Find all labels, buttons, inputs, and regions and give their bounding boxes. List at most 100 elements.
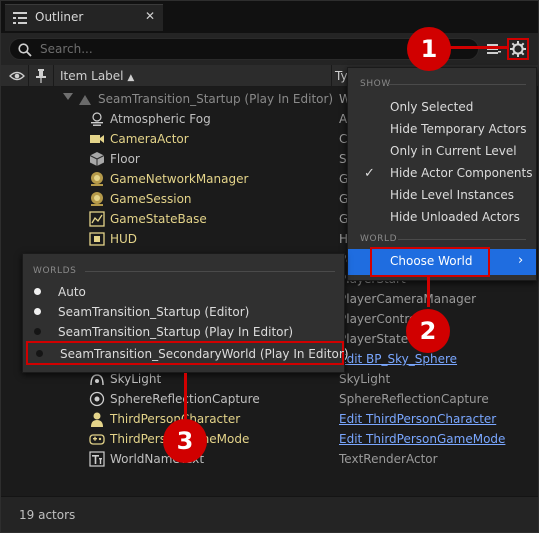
outliner-panel: Outliner ✕ Search... Item Label ▲ Ty Sea…	[0, 0, 539, 533]
actor-type: PlayerState	[339, 332, 409, 346]
search-input[interactable]	[40, 41, 460, 57]
world-option-label: SeamTransition_SecondaryWorld (Play In E…	[60, 347, 349, 361]
menu-item-hide-actor-components[interactable]: ✓ Hide Actor Components	[348, 162, 536, 184]
actor-row[interactable]: SphereReflectionCaptureSphereReflectionC…	[1, 389, 538, 409]
add-folder-icon[interactable]	[487, 42, 501, 56]
actor-label: GameStateBase	[110, 212, 207, 226]
actor-label: SkyLight	[110, 372, 162, 386]
menu-item-hide-temporary-actors[interactable]: Hide Temporary Actors	[348, 118, 536, 140]
tree-root-label: SeamTransition_Startup (Play In Editor)	[98, 92, 334, 106]
game-network-icon	[89, 171, 105, 187]
sort-ascending-icon: ▲	[127, 73, 135, 83]
menu-item-hide-unloaded-actors[interactable]: Hide Unloaded Actors	[348, 206, 536, 228]
gear-icon	[510, 41, 526, 57]
world-option-label: Auto	[58, 285, 86, 299]
pin-icon[interactable]	[35, 69, 47, 83]
menu-item-hide-level-instances[interactable]: Hide Level Instances	[348, 184, 536, 206]
column-divider[interactable]	[28, 65, 29, 87]
actor-type: S	[339, 152, 347, 166]
radio-dot-icon	[34, 288, 41, 295]
menu-section-show: SHOW	[360, 79, 391, 89]
eye-icon[interactable]	[9, 70, 25, 82]
type-column-header[interactable]: Ty	[335, 69, 348, 83]
checkmark-icon: ✓	[364, 166, 375, 181]
column-divider[interactable]	[53, 65, 54, 87]
toolbar	[1, 33, 538, 65]
actor-label: Floor	[110, 152, 140, 166]
settings-menu: SHOW Only Selected Hide Temporary Actors O…	[347, 67, 537, 281]
tab-title: Outliner	[35, 10, 84, 24]
world-option[interactable]: SeamTransition_SecondaryWorld (Play In E…	[26, 341, 349, 365]
game-state-icon	[89, 211, 105, 227]
hud-icon	[89, 231, 105, 247]
choose-world-menu-item[interactable]: Choose World ›	[348, 247, 536, 277]
camera-icon	[89, 131, 105, 147]
menu-item-label: Hide Temporary Actors	[390, 122, 527, 136]
fog-icon	[89, 111, 105, 127]
actor-row[interactable]: ThirdPersonGameModeEdit ThirdPersonGameM…	[1, 429, 538, 449]
close-icon[interactable]: ✕	[145, 9, 155, 23]
world-option[interactable]: SeamTransition_Startup (Play In Editor)	[23, 322, 344, 342]
reflection-capture-icon	[89, 391, 105, 407]
status-bar: 19 actors	[1, 496, 538, 532]
tab-strip: Outliner ✕	[1, 1, 538, 33]
world-icon	[79, 95, 91, 105]
edit-blueprint-link[interactable]: Edit BP_Sky_Sphere	[339, 352, 457, 366]
text-render-icon	[89, 451, 105, 467]
cube-icon	[89, 151, 105, 167]
actor-type: TextRenderActor	[339, 452, 438, 466]
radio-dot-icon	[34, 308, 41, 315]
world-option-label: SeamTransition_Startup (Editor)	[58, 305, 250, 319]
actor-label: HUD	[110, 232, 138, 246]
outliner-icon	[13, 12, 27, 24]
actor-type: PlayerCameraManager	[339, 292, 477, 306]
menu-section-world: WORLD	[360, 234, 398, 244]
game-session-icon	[89, 191, 105, 207]
menu-item-label: Only Selected	[390, 100, 474, 114]
edit-blueprint-link[interactable]: Edit ThirdPersonGameMode	[339, 432, 505, 446]
radio-dot-icon	[34, 328, 41, 335]
tab-outliner[interactable]: Outliner ✕	[5, 4, 163, 31]
world-option[interactable]: Auto	[23, 282, 344, 302]
item-label-column-header[interactable]: Item Label ▲	[60, 69, 134, 83]
column-divider[interactable]	[331, 65, 332, 87]
actor-count: 19 actors	[19, 508, 76, 522]
chevron-right-icon: ›	[518, 253, 524, 268]
actor-label: GameNetworkManager	[110, 172, 249, 186]
settings-button[interactable]	[507, 38, 529, 60]
actor-label: Atmospheric Fog	[110, 112, 211, 126]
callout-2: 2	[406, 309, 450, 353]
world-option[interactable]: SeamTransition_Startup (Editor)	[23, 302, 344, 322]
menu-item-only-selected[interactable]: Only Selected	[348, 96, 536, 118]
menu-item-label: Only in Current Level	[390, 144, 517, 158]
world-option-label: SeamTransition_Startup (Play In Editor)	[58, 325, 294, 339]
actor-type: SkyLight	[339, 372, 391, 386]
menu-divider	[85, 271, 335, 272]
choose-world-label: Choose World	[390, 254, 473, 268]
callout-1: 1	[407, 27, 451, 71]
actor-row[interactable]: ThirdPersonCharacter Edit ThirdPersonChar…	[1, 409, 538, 429]
menu-item-only-in-current-level[interactable]: Only in Current Level	[348, 140, 536, 162]
actor-type: A	[339, 112, 348, 126]
character-icon	[89, 411, 105, 427]
menu-item-label: Hide Actor Components	[390, 166, 533, 180]
actor-label: CameraActor	[110, 132, 189, 146]
search-icon	[18, 43, 32, 57]
actor-row[interactable]: WorldNameText TextRenderActor	[1, 449, 538, 469]
skylight-icon	[89, 371, 105, 387]
collapse-arrow-icon[interactable]	[63, 93, 73, 100]
callout-connector	[184, 373, 187, 419]
actor-type: SphereReflectionCapture	[339, 392, 489, 406]
menu-divider	[388, 84, 526, 85]
menu-divider	[398, 239, 526, 240]
radio-dot-icon	[36, 350, 43, 357]
callout-connector	[427, 277, 430, 307]
gamemode-icon	[89, 431, 105, 447]
callout-3: 3	[163, 419, 207, 463]
menu-item-label: Hide Level Instances	[390, 188, 514, 202]
callout-connector	[449, 46, 507, 49]
menu-item-label: Hide Unloaded Actors	[390, 210, 520, 224]
edit-blueprint-link[interactable]: Edit ThirdPersonCharacter	[339, 412, 496, 426]
actor-label: GameSession	[110, 192, 192, 206]
menu-section-worlds: WORLDS	[33, 266, 77, 276]
